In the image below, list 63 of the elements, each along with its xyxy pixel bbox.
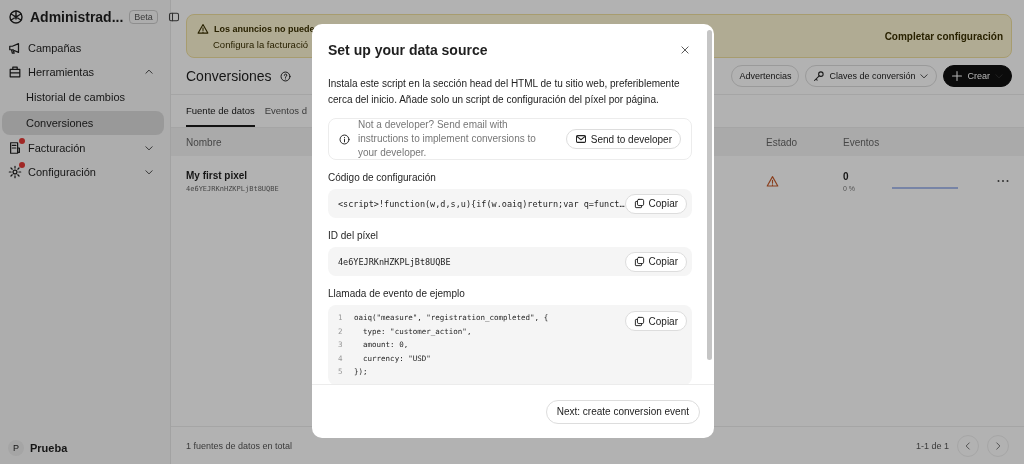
- close-icon: [680, 45, 690, 55]
- copy-button[interactable]: Copiar: [624, 311, 687, 331]
- plus-icon: [951, 70, 964, 82]
- toolbox-icon: [8, 65, 22, 79]
- chevron-left-icon: [963, 440, 973, 451]
- banner-text: Configura la facturació: [213, 38, 309, 50]
- column-header: Estado: [766, 136, 798, 148]
- page-range: 1-1 de 1: [915, 440, 949, 451]
- sidebar-item[interactable]: Herramientas: [2, 60, 164, 84]
- copy-icon: [633, 315, 645, 327]
- create-button[interactable]: Crear: [943, 65, 1012, 87]
- event-count: 0: [843, 170, 850, 182]
- sidebar-item[interactable]: Conversiones: [2, 111, 164, 135]
- sparkline: [892, 186, 958, 190]
- info-icon: [339, 133, 350, 145]
- beta-badge: Beta: [129, 10, 158, 24]
- notice-text: Not a developer? Send email with instructions to implement conversions to your developer.: [358, 118, 537, 160]
- user-avatar: P: [8, 440, 24, 456]
- help-icon: [279, 70, 291, 82]
- banner-title: Los anuncios no puede: [214, 23, 315, 34]
- column-header: Eventos: [843, 136, 880, 148]
- previous-page-button[interactable]: [957, 434, 979, 457]
- receipt-icon: [8, 141, 22, 155]
- warning-icon: [197, 22, 209, 35]
- code-text: 4e6YEJRKnHZKPLjBt8UQBE: [338, 256, 451, 267]
- warnings-button[interactable]: Advertencias: [731, 65, 800, 87]
- column-header: Nombre: [186, 136, 222, 148]
- code-text: <script>!function(w,d,s,u){if(w.oaiq)return;var q=funct…: [338, 198, 625, 209]
- next-button[interactable]: Next: create conversion event: [545, 399, 700, 424]
- sidebar-item[interactable]: Configuración: [2, 160, 164, 184]
- copy-button[interactable]: Copiar: [624, 193, 688, 214]
- logo-icon: [8, 9, 24, 25]
- tab[interactable]: Eventos d: [264, 95, 307, 127]
- dialog-title: Set up your data source: [328, 42, 488, 58]
- pixel-name: My first pixel: [186, 169, 248, 181]
- section-label: Llamada de evento de ejemplo: [328, 288, 466, 299]
- dialog-description: Instala este script en la sección head del HTML de tu sitio web, preferiblemente cerca del inicio. Añade solo un script de configuración del píxel por página.: [328, 77, 681, 107]
- more-icon: [997, 179, 1009, 183]
- sidebar-item[interactable]: Campañas: [2, 36, 164, 60]
- user-name: Prueba: [30, 442, 68, 454]
- megaphone-icon: [8, 41, 22, 55]
- sidebar-item[interactable]: Historial de cambios: [2, 85, 164, 109]
- chevron-down-icon: [919, 71, 930, 81]
- sidebar-item[interactable]: Facturación: [2, 136, 164, 160]
- app-title: Administrad...: [30, 9, 124, 25]
- section-label: ID del píxel: [328, 230, 380, 241]
- conversion-keys-button[interactable]: Claves de conversión: [805, 65, 938, 87]
- close-button[interactable]: [678, 43, 692, 57]
- mail-icon: [574, 133, 587, 145]
- send-to-developer-button[interactable]: Send to developer: [565, 129, 681, 149]
- total-count: 1 fuentes de datos en total: [186, 440, 293, 451]
- section-label: Código de configuración: [328, 172, 437, 183]
- copy-icon: [633, 198, 645, 209]
- gear-icon: [8, 165, 22, 179]
- next-page-button[interactable]: [987, 434, 1009, 457]
- copy-button[interactable]: Copiar: [624, 251, 687, 272]
- copy-icon: [633, 256, 645, 267]
- page-title: Conversiones: [186, 68, 272, 84]
- sidebar-toggle-icon: [167, 11, 180, 23]
- warning-icon: [766, 174, 779, 188]
- chevron-right-icon: [993, 440, 1003, 451]
- complete-setup-link[interactable]: Completar configuración: [884, 30, 1003, 42]
- key-icon: [813, 70, 826, 82]
